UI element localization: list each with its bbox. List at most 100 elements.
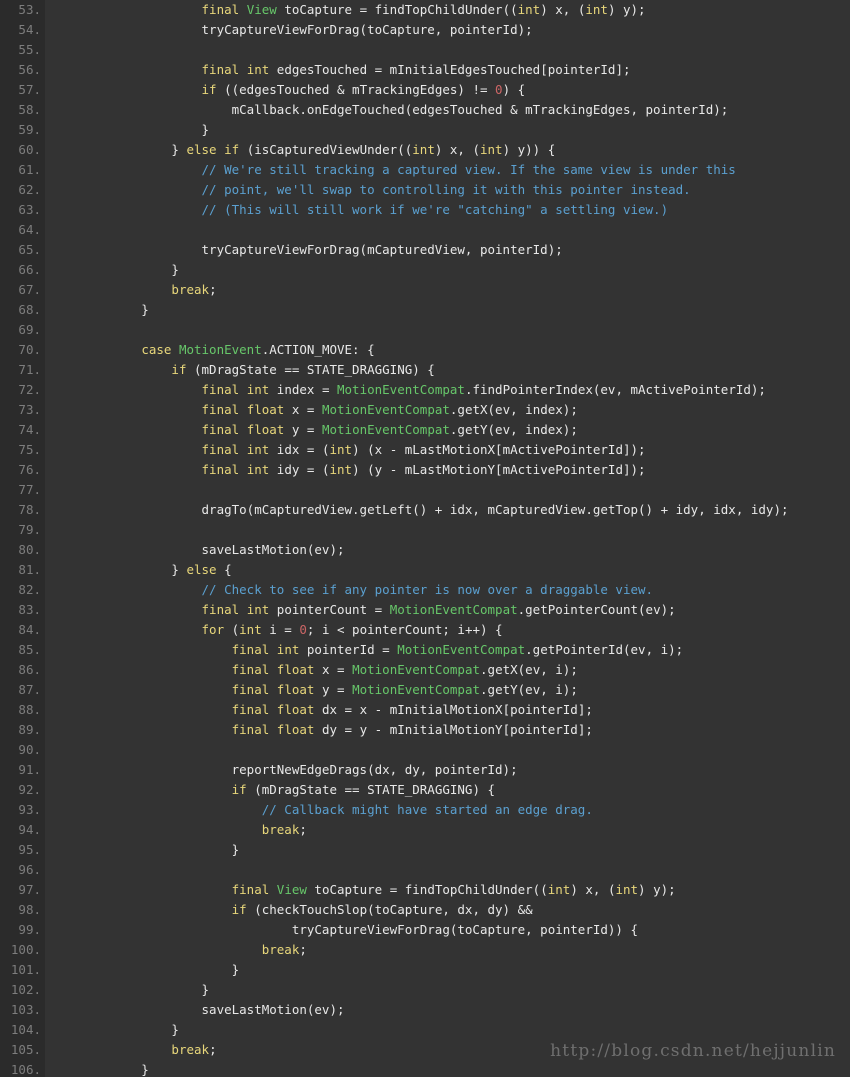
code-line[interactable]: } [45, 960, 850, 980]
code-line[interactable]: } [45, 260, 850, 280]
code-line[interactable]: final float dx = x - mInitialMotionX[poi… [45, 700, 850, 720]
code-line[interactable]: if (mDragState == STATE_DRAGGING) { [45, 780, 850, 800]
code-line[interactable]: final float x = MotionEventCompat.getX(e… [45, 400, 850, 420]
code-token-text: ) y)) { [502, 142, 556, 157]
code-line[interactable]: final View toCapture = findTopChildUnder… [45, 0, 850, 20]
code-line[interactable]: break; [45, 820, 850, 840]
code-line[interactable] [45, 320, 850, 340]
code-line[interactable]: saveLastMotion(ev); [45, 1000, 850, 1020]
code-token-keyword: float [246, 422, 285, 437]
code-token-text: } [51, 1022, 179, 1037]
code-line[interactable]: final int edgesTouched = mInitialEdgesTo… [45, 60, 850, 80]
code-token-keyword: int [246, 462, 270, 477]
code-line[interactable]: case MotionEvent.ACTION_MOVE: { [45, 340, 850, 360]
code-token-keyword: int [276, 642, 300, 657]
code-line[interactable]: // Callback might have started an edge d… [45, 800, 850, 820]
code-line[interactable]: } [45, 1020, 850, 1040]
line-number: 88. [18, 702, 41, 717]
code-content-area[interactable]: final View toCapture = findTopChildUnder… [45, 0, 850, 1077]
code-token-text: pointerCount = [269, 602, 390, 617]
code-line[interactable]: final int pointerCount = MotionEventComp… [45, 600, 850, 620]
code-line[interactable]: } [45, 1060, 850, 1077]
code-line[interactable]: reportNewEdgeDrags(dx, dy, pointerId); [45, 760, 850, 780]
code-token-keyword: float [276, 662, 315, 677]
code-line[interactable]: final int index = MotionEventCompat.find… [45, 380, 850, 400]
code-line[interactable]: break; [45, 1040, 850, 1060]
line-number: 66. [18, 262, 41, 277]
code-line[interactable]: final int idx = (int) (x - mLastMotionX[… [45, 440, 850, 460]
code-line[interactable]: if (checkTouchSlop(toCapture, dx, dy) && [45, 900, 850, 920]
code-line[interactable]: final int pointerId = MotionEventCompat.… [45, 640, 850, 660]
code-line[interactable] [45, 520, 850, 540]
code-line[interactable]: } [45, 300, 850, 320]
line-number: 86. [18, 662, 41, 677]
code-line[interactable]: // point, we'll swap to controlling it w… [45, 180, 850, 200]
code-token-text: ) x, ( [570, 882, 616, 897]
code-token-keyword: final [231, 642, 270, 657]
code-line[interactable] [45, 740, 850, 760]
code-token-text: } [51, 842, 240, 857]
code-token-class: MotionEventCompat [389, 602, 518, 617]
code-line[interactable]: final float y = MotionEventCompat.getY(e… [45, 420, 850, 440]
code-line[interactable]: // Check to see if any pointer is now ov… [45, 580, 850, 600]
code-token-text: toCapture = findTopChildUnder(( [276, 2, 518, 17]
code-line[interactable] [45, 40, 850, 60]
code-line[interactable]: // (This will still work if we're "catch… [45, 200, 850, 220]
code-token-keyword: int [585, 2, 608, 17]
code-line[interactable]: final float x = MotionEventCompat.getX(e… [45, 660, 850, 680]
line-number: 77. [18, 482, 41, 497]
code-token-text: .findPointerIndex(ev, mActivePointerId); [464, 382, 766, 397]
code-line[interactable]: tryCaptureViewForDrag(toCapture, pointer… [45, 20, 850, 40]
line-number: 97. [18, 882, 41, 897]
code-token-type: View [276, 882, 307, 897]
line-number: 84. [18, 622, 41, 637]
code-token-keyword: break [261, 942, 300, 957]
code-line[interactable]: } [45, 120, 850, 140]
code-token-keyword: int [246, 382, 270, 397]
code-line[interactable]: if (mDragState == STATE_DRAGGING) { [45, 360, 850, 380]
code-line[interactable]: // We're still tracking a captured view.… [45, 160, 850, 180]
line-number: 82. [18, 582, 41, 597]
code-token-keyword: final [231, 682, 270, 697]
code-line[interactable]: } [45, 980, 850, 1000]
code-line[interactable]: final int idy = (int) (y - mLastMotionY[… [45, 460, 850, 480]
code-line[interactable]: dragTo(mCapturedView.getLeft() + idx, mC… [45, 500, 850, 520]
code-token-keyword: final [201, 422, 240, 437]
line-number: 71. [18, 362, 41, 377]
code-line[interactable]: tryCaptureViewForDrag(toCapture, pointer… [45, 920, 850, 940]
line-number: 69. [18, 322, 41, 337]
code-token-keyword: else [186, 562, 217, 577]
line-number: 70. [18, 342, 41, 357]
code-line[interactable]: final float y = MotionEventCompat.getY(e… [45, 680, 850, 700]
code-line[interactable] [45, 860, 850, 880]
code-line[interactable] [45, 220, 850, 240]
code-line[interactable] [45, 480, 850, 500]
line-number: 99. [18, 922, 41, 937]
code-line[interactable]: break; [45, 940, 850, 960]
line-number: 83. [18, 602, 41, 617]
code-token-text: tryCaptureViewForDrag(toCapture, pointer… [51, 22, 533, 37]
code-line[interactable]: if ((edgesTouched & mTrackingEdges) != 0… [45, 80, 850, 100]
code-line[interactable]: } else { [45, 560, 850, 580]
code-token-text: ; [299, 822, 307, 837]
code-line[interactable]: for (int i = 0; i < pointerCount; i++) { [45, 620, 850, 640]
code-line[interactable]: tryCaptureViewForDrag(mCapturedView, poi… [45, 240, 850, 260]
code-line[interactable]: saveLastMotion(ev); [45, 540, 850, 560]
code-line[interactable]: final View toCapture = findTopChildUnder… [45, 880, 850, 900]
code-line[interactable]: break; [45, 280, 850, 300]
code-line[interactable]: } [45, 840, 850, 860]
code-token-keyword: int [547, 882, 571, 897]
code-token-text: } [51, 982, 210, 997]
line-number: 78. [18, 502, 41, 517]
code-token-text: mCallback.onEdgeTouched(edgesTouched & m… [51, 102, 729, 117]
code-line[interactable]: final float dy = y - mInitialMotionY[poi… [45, 720, 850, 740]
code-token-text: ) x, ( [540, 2, 586, 17]
code-token-text: toCapture = findTopChildUnder(( [306, 882, 548, 897]
code-line[interactable]: mCallback.onEdgeTouched(edgesTouched & m… [45, 100, 850, 120]
code-line[interactable]: } else if (isCapturedViewUnder((int) x, … [45, 140, 850, 160]
code-token-keyword: if [171, 362, 187, 377]
